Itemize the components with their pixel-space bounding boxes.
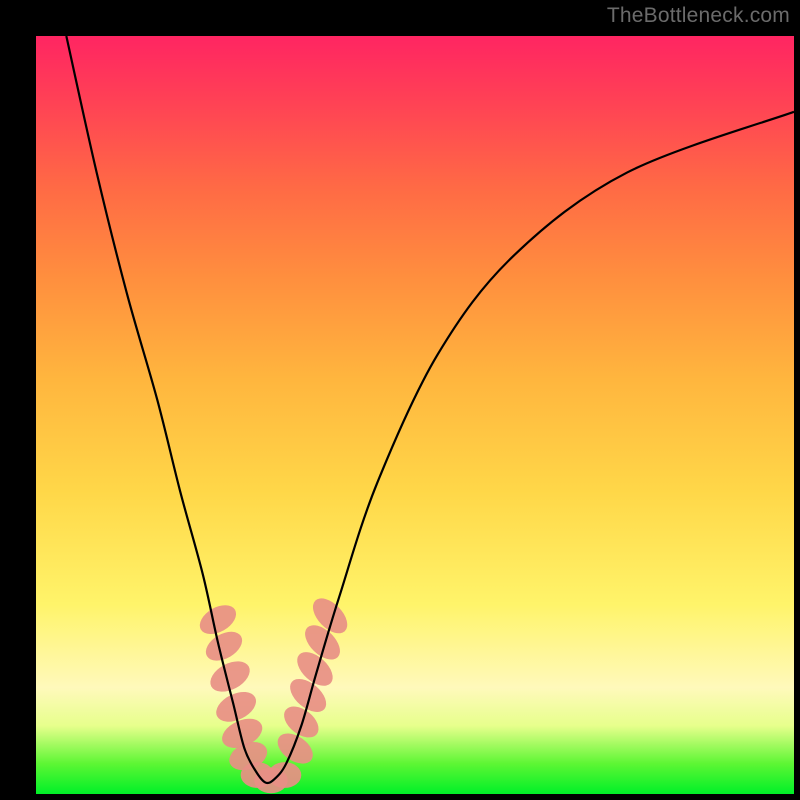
chart-frame: TheBottleneck.com: [0, 0, 800, 800]
right-blobs-marker: [284, 673, 332, 719]
right-blobs-marker: [291, 646, 339, 692]
bottom-blobs-marker: [241, 762, 274, 788]
bottleneck-curve: [66, 36, 794, 783]
right-blobs-marker: [278, 700, 324, 743]
watermark-text: TheBottleneck.com: [607, 4, 790, 28]
left-blobs-marker: [205, 655, 255, 698]
plot-area: [36, 36, 794, 794]
left-blobs-marker: [195, 599, 241, 640]
left-blobs-marker: [211, 686, 260, 728]
bottom-blobs-marker: [254, 767, 287, 793]
right-blobs-marker: [299, 619, 346, 666]
right-blobs-marker: [272, 727, 318, 769]
right-blobs-marker: [307, 592, 354, 639]
curve-svg: [36, 36, 794, 794]
bottom-blobs-marker: [268, 762, 301, 788]
left-blobs-marker: [225, 737, 271, 776]
left-blobs-marker: [218, 713, 267, 754]
left-blobs-marker: [201, 626, 247, 667]
